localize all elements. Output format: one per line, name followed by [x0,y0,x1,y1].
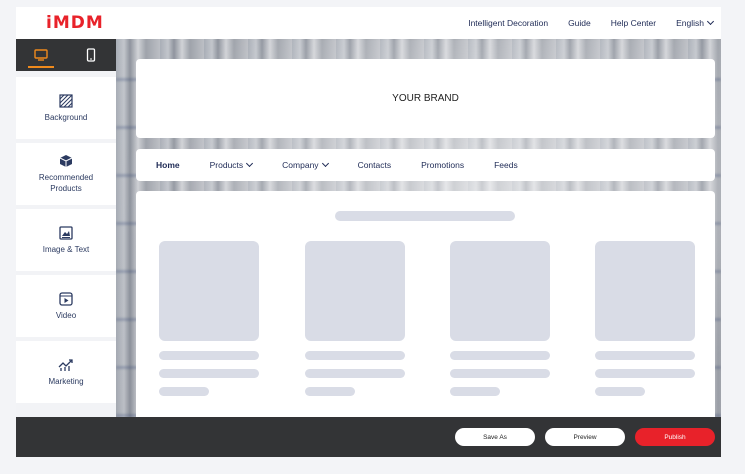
product-text-placeholder [159,351,259,360]
preview-button[interactable]: Preview [545,428,625,446]
language-selector[interactable]: English [676,17,715,28]
video-icon [59,291,73,306]
menu-item-promotions[interactable]: Promotions [421,160,464,170]
logo: iMDM [46,13,104,33]
menu-label: Feeds [494,160,518,170]
nav-help-center[interactable]: Help Center [611,18,656,28]
sidebar-item-image-text[interactable]: Image & Text [16,209,116,271]
top-bar: iMDM Intelligent Decoration Guide Help C… [16,7,721,39]
background-icon [59,93,73,108]
product-text-placeholder [595,369,695,378]
image-text-icon [59,225,73,240]
sidebar-item-label: Recommended Products [38,173,94,193]
menu-item-contacts[interactable]: Contacts [358,160,392,170]
nav-intelligent-decoration[interactable]: Intelligent Decoration [468,18,548,28]
product-image-placeholder [595,241,695,341]
top-nav: Intelligent Decoration Guide Help Center… [448,7,715,39]
menu-label: Products [209,160,244,170]
menu-label: Company [282,160,319,170]
product-grid-block[interactable] [136,191,715,417]
product-price-placeholder [595,387,645,396]
mobile-icon [86,48,96,62]
component-sidebar: Background Recommended Products Image & … [16,39,116,417]
device-switcher [16,39,116,71]
product-box-icon [59,155,73,167]
product-text-placeholder [305,351,405,360]
product-image-placeholder [159,241,259,341]
sidebar-item-label: Image & Text [42,244,90,254]
product-text-placeholder [595,351,695,360]
chevron-down-icon [706,17,715,26]
design-canvas: YOUR BRAND Home Products Company Contact… [116,39,721,417]
product-image-placeholder [305,241,405,341]
desktop-view-button[interactable] [16,39,66,71]
marketing-chart-icon [58,358,73,371]
section-title-placeholder [335,211,515,221]
brand-header-block[interactable]: YOUR BRAND [136,59,715,138]
action-bar: Save As Preview Publish [16,417,721,457]
brand-text: YOUR BRAND [392,93,459,104]
sidebar-item-marketing[interactable]: Marketing [16,341,116,403]
product-price-placeholder [159,387,209,396]
nav-guide[interactable]: Guide [568,18,591,28]
product-image-placeholder [450,241,550,341]
menu-label: Home [156,160,180,170]
language-label: English [676,18,704,28]
sidebar-item-background[interactable]: Background [16,77,116,139]
menu-label: Contacts [357,160,392,170]
menu-item-feeds[interactable]: Feeds [494,160,518,170]
desktop-icon [34,49,48,61]
chevron-down-icon [246,159,254,168]
menu-item-company[interactable]: Company [282,159,329,170]
menu-item-products[interactable]: Products [209,159,254,170]
chevron-down-icon [321,159,329,168]
store-menu-block[interactable]: Home Products Company Contacts Promotion… [136,149,715,181]
sidebar-item-video[interactable]: Video [16,275,116,337]
sidebar-item-label: Background [44,112,88,122]
product-text-placeholder [450,369,550,378]
sidebar-item-label: Video [55,310,77,320]
editor-window: iMDM Intelligent Decoration Guide Help C… [16,7,721,457]
save-as-button[interactable]: Save As [455,428,535,446]
sidebar-item-label: Marketing [48,376,84,386]
mobile-view-button[interactable] [66,39,116,71]
product-price-placeholder [305,387,355,396]
product-text-placeholder [450,351,550,360]
product-text-placeholder [159,369,259,378]
menu-item-home[interactable]: Home [156,160,180,170]
publish-button[interactable]: Publish [635,428,715,446]
sidebar-item-recommended-products[interactable]: Recommended Products [16,143,116,205]
product-price-placeholder [450,387,500,396]
product-text-placeholder [305,369,405,378]
menu-label: Promotions [421,160,465,170]
